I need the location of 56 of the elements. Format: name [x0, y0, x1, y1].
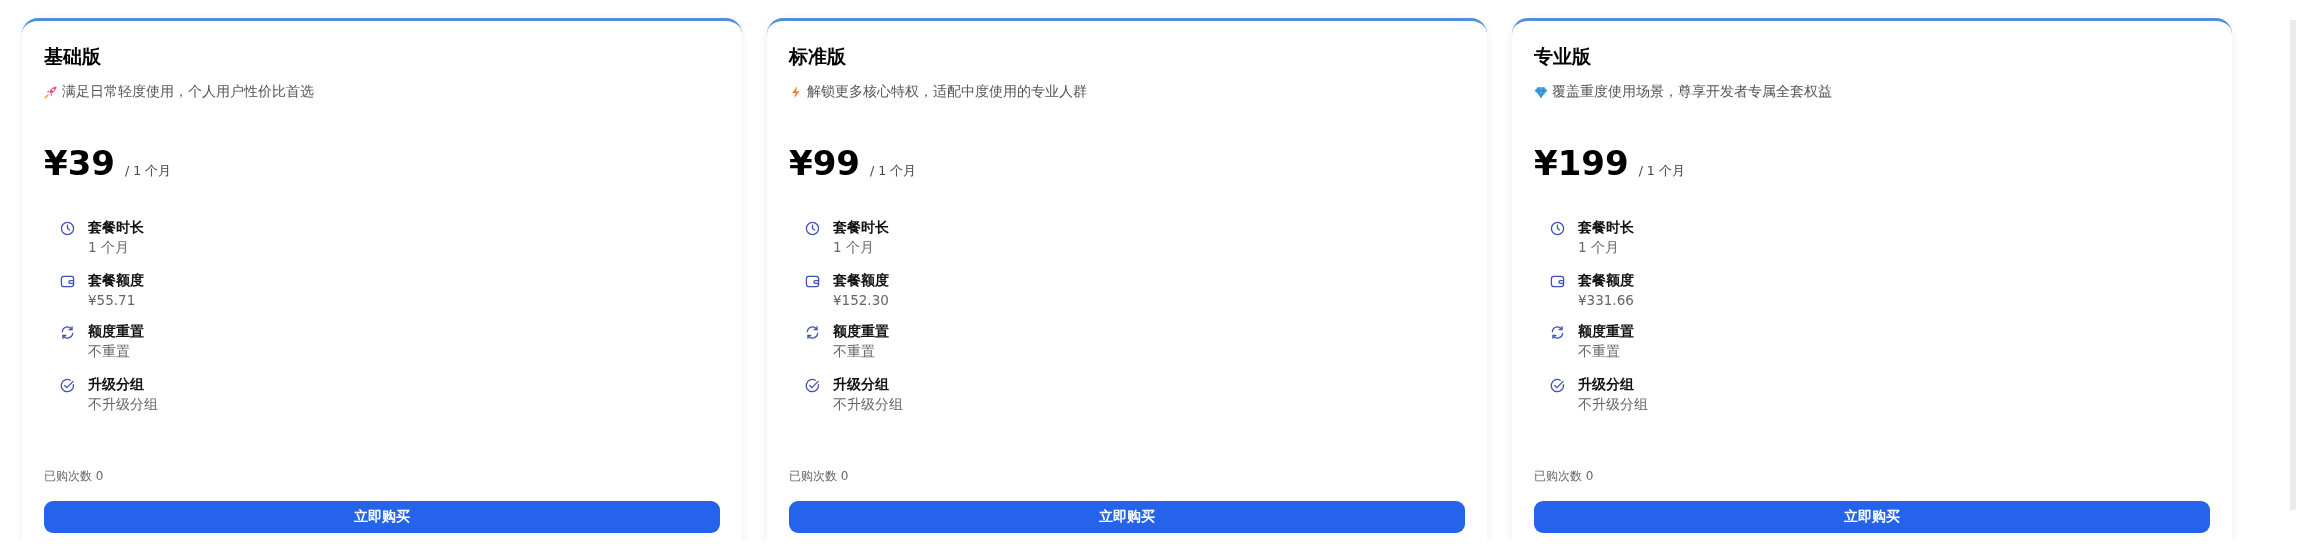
- plan-price: ¥99: [789, 143, 860, 183]
- feature-value: 不升级分组: [1578, 396, 1648, 414]
- feature-label: 额度重置: [88, 323, 144, 341]
- clock-icon: [805, 221, 820, 236]
- feature-value: 1 个月: [1578, 239, 1620, 257]
- feature-label: 套餐时长: [833, 219, 889, 237]
- wallet-icon: [805, 274, 820, 289]
- refresh-icon: [805, 325, 820, 340]
- refresh-icon: [60, 325, 75, 340]
- buy-button[interactable]: 立即购买: [789, 501, 1465, 533]
- feature-label: 升级分组: [1578, 376, 1635, 394]
- plan-name: 专业版: [1534, 44, 1592, 69]
- feature-label: 套餐时长: [88, 219, 144, 237]
- check-circle-icon: [60, 378, 75, 393]
- billing-period: / 1 个月: [870, 163, 917, 180]
- feature-value: 1 个月: [833, 239, 875, 257]
- check-circle-icon: [805, 378, 820, 393]
- plan-name: 标准版: [789, 44, 847, 69]
- refresh-icon: [1550, 325, 1565, 340]
- purchase-count: 已购次数 0: [44, 468, 105, 485]
- buy-button[interactable]: 立即购买: [44, 501, 720, 533]
- purchase-count: 已购次数 0: [789, 468, 850, 485]
- check-circle-icon: [1550, 378, 1565, 393]
- buy-button[interactable]: 立即购买: [1534, 501, 2210, 533]
- purchase-count: 已购次数 0: [1534, 468, 1595, 485]
- feature-label: 套餐额度: [1578, 272, 1634, 290]
- billing-period: / 1 个月: [125, 163, 172, 180]
- feature-value: 1 个月: [88, 239, 130, 257]
- feature-value: ¥152.30: [833, 292, 889, 308]
- plan-tagline: 覆盖重度使用场景，尊享开发者专属全套权益: [1552, 83, 1832, 101]
- diamond-icon: [1534, 85, 1548, 99]
- rocket-icon: [44, 85, 58, 99]
- plan-name: 基础版: [44, 44, 102, 69]
- feature-label: 升级分组: [88, 376, 145, 394]
- feature-label: 额度重置: [1578, 323, 1634, 341]
- clock-icon: [1550, 221, 1565, 236]
- plan-price: ¥199: [1534, 143, 1629, 183]
- billing-period: / 1 个月: [1638, 163, 1685, 180]
- feature-value: 不重置: [1578, 343, 1621, 361]
- feature-value: ¥331.66: [1578, 292, 1634, 308]
- feature-label: 额度重置: [833, 323, 889, 341]
- feature-value: 不重置: [833, 343, 876, 361]
- plan-tagline: 解锁更多核心特权，适配中度使用的专业人群: [807, 83, 1087, 101]
- plan-price: ¥39: [44, 143, 115, 183]
- feature-value: 不升级分组: [833, 396, 903, 414]
- feature-label: 套餐额度: [833, 272, 889, 290]
- feature-value: 不重置: [88, 343, 131, 361]
- feature-value: 不升级分组: [88, 396, 158, 414]
- wallet-icon: [1550, 274, 1565, 289]
- feature-value: ¥55.71: [88, 292, 137, 308]
- feature-label: 套餐时长: [1578, 219, 1634, 237]
- wallet-icon: [60, 274, 75, 289]
- clock-icon: [60, 221, 75, 236]
- feature-label: 升级分组: [833, 376, 890, 394]
- feature-label: 套餐额度: [88, 272, 144, 290]
- plan-tagline: 满足日常轻度使用，个人用户性价比首选: [62, 83, 314, 101]
